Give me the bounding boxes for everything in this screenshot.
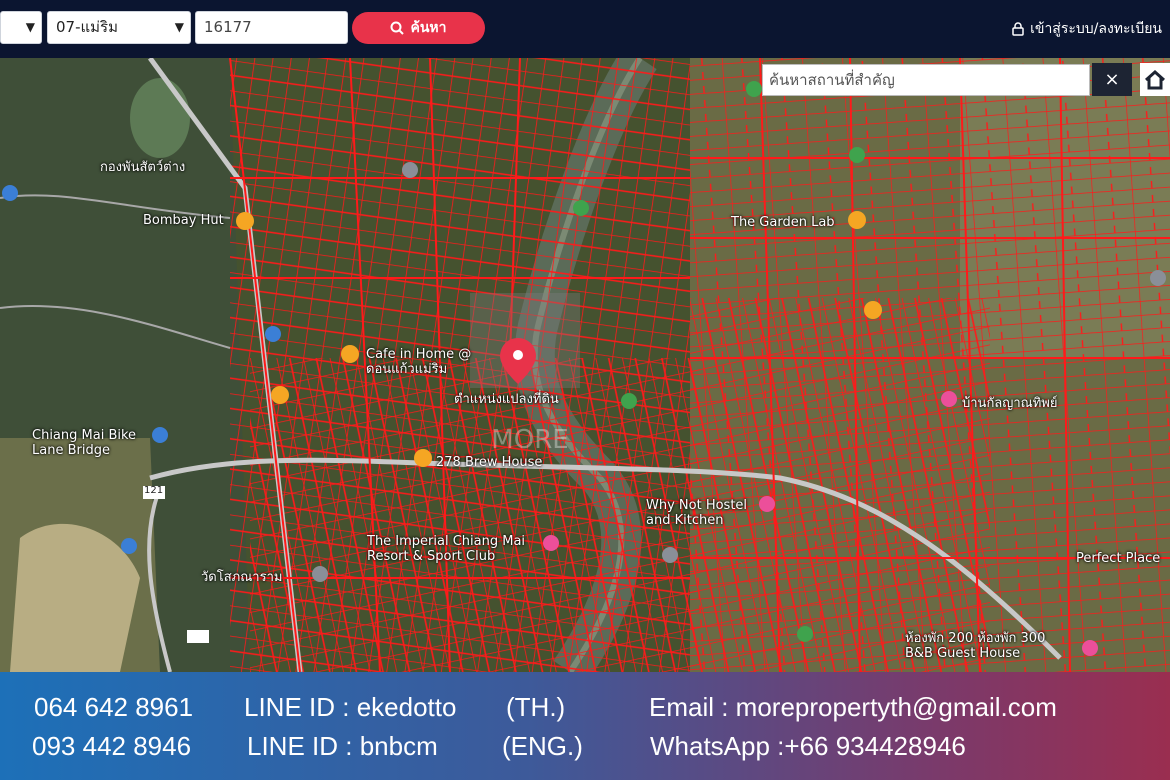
poi-info-icon[interactable] <box>152 427 168 443</box>
search-button[interactable]: ค้นหา <box>352 12 485 44</box>
poi-gray-icon[interactable] <box>1150 270 1166 286</box>
close-button[interactable]: × <box>1092 63 1132 96</box>
lock-icon <box>1012 22 1024 36</box>
map-label-bike-bridge: Chiang Mai Bike Lane Bridge <box>32 428 137 458</box>
map-watermark: MORE <box>491 425 568 455</box>
home-button[interactable] <box>1140 63 1170 96</box>
zone-select[interactable]: ▼ <box>0 11 42 44</box>
map-label-temple: วัดโสภณาราม <box>201 570 283 585</box>
lang-en: (ENG.) <box>502 731 583 761</box>
map-label-guest-house: ห้องพัก 200 ห้องพัก 300 B&B Guest House <box>905 631 1046 661</box>
district-select-value: 07-แม่ริม <box>56 18 118 36</box>
search-button-label: ค้นหา <box>410 20 447 36</box>
map-label-parcel-location: ตำแหน่งแปลงที่ดิน <box>454 392 559 407</box>
poi-food-icon[interactable] <box>864 301 882 319</box>
close-icon: × <box>1104 69 1120 90</box>
parcel-number-value: 16177 <box>204 18 252 36</box>
poi-food-icon[interactable] <box>341 345 359 363</box>
top-toolbar: ▼ 07-แม่ริม ▼ 16177 ค้นหา เข้าสู่ระบบ/ลง… <box>0 0 1170 58</box>
poi-park-icon[interactable] <box>621 393 637 409</box>
poi-gray-icon[interactable] <box>662 547 678 563</box>
map-label-why-not: Why Not Hostel and Kitchen <box>646 498 748 528</box>
map-label-brew-house: 278 Brew House <box>436 455 543 470</box>
poi-food-icon[interactable] <box>236 212 254 230</box>
login-link[interactable]: เข้าสู่ระบบ/ลงทะเบียน <box>1012 18 1162 40</box>
poi-info-icon[interactable] <box>2 185 18 201</box>
line-id-en: LINE ID : bnbcm <box>247 731 438 761</box>
parcel-number-input[interactable]: 16177 <box>195 11 348 44</box>
login-label: เข้าสู่ระบบ/ลงทะเบียน <box>1030 21 1162 37</box>
map-canvas: MORE <box>0 58 1170 672</box>
phone-en: 093 442 8946 <box>32 731 192 761</box>
poi-park-icon[interactable] <box>573 200 589 216</box>
route-shield-icon <box>187 630 209 643</box>
poi-park-icon[interactable] <box>849 147 865 163</box>
search-icon <box>390 21 405 35</box>
place-search-placeholder: ค้นหาสถานที่สำคัญ <box>769 71 895 89</box>
poi-hotel-icon[interactable] <box>1082 640 1098 656</box>
contact-footer: 064 642 8961 LINE ID : ekedotto (TH.) Em… <box>0 672 1170 780</box>
chevron-down-icon: ▼ <box>174 20 184 34</box>
map-label-army: กองพันสัตว์ต่าง <box>100 160 186 175</box>
map-label-bombay-hut: Bombay Hut <box>143 213 224 228</box>
poi-food-icon[interactable] <box>414 449 432 467</box>
phone-th: 064 642 8961 <box>34 692 194 722</box>
poi-food-icon[interactable] <box>271 386 289 404</box>
poi-hotel-icon[interactable] <box>941 391 957 407</box>
map-label-kanyanathip: บ้านกัลญาณทิพย์ <box>962 396 1058 411</box>
home-icon <box>1145 69 1165 90</box>
line-id-th: LINE ID : ekedotto <box>244 692 457 722</box>
poi-hotel-icon[interactable] <box>759 496 775 512</box>
poi-temple-icon[interactable] <box>312 566 328 582</box>
place-search-input[interactable]: ค้นหาสถานที่สำคัญ <box>762 64 1090 96</box>
map-label-perfect-place: Perfect Place <box>1076 551 1161 566</box>
map-label-garden-lab: The Garden Lab <box>731 215 835 230</box>
district-select[interactable]: 07-แม่ริม ▼ <box>47 11 191 44</box>
parcel-map[interactable]: MORE Bombay Hut กองพันสัตว์ต่าง Chiang M… <box>0 58 1170 672</box>
route-number: 121 <box>144 485 164 496</box>
lang-th: (TH.) <box>506 692 566 722</box>
email-link[interactable]: Email : morepropertyth@gmail.com <box>649 692 1057 723</box>
poi-shop-icon[interactable] <box>265 326 281 342</box>
whatsapp-link[interactable]: WhatsApp :+66 934428946 <box>650 731 966 762</box>
poi-info-icon[interactable] <box>121 538 137 554</box>
map-label-imperial: The Imperial Chiang Mai Resort & Sport C… <box>367 534 526 564</box>
poi-park-icon[interactable] <box>746 81 762 97</box>
poi-school-icon[interactable] <box>402 162 418 178</box>
poi-food-icon[interactable] <box>848 211 866 229</box>
poi-park-icon[interactable] <box>797 626 813 642</box>
map-label-cafe: Cafe in Home @ ดอนแก้วแม่ริม <box>366 347 472 377</box>
chevron-down-icon: ▼ <box>25 20 35 34</box>
